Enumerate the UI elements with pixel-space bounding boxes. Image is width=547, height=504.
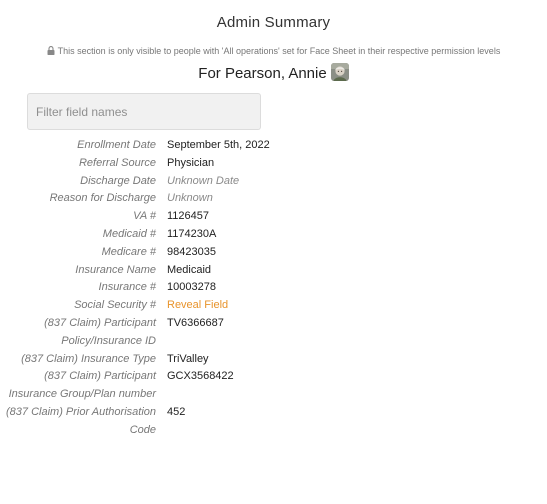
field-value: September 5th, 2022 (167, 139, 270, 151)
field-row-discharge-date: Discharge Date Unknown Date (0, 173, 547, 191)
field-value: GCX3568422 (167, 370, 234, 383)
filter-field-names-input[interactable] (27, 93, 261, 130)
reveal-field-link[interactable]: Reveal Field (167, 297, 228, 315)
avatar[interactable] (330, 63, 349, 81)
field-row-claim-insurance-type: (837 Claim) Insurance Type TriValley (0, 351, 547, 369)
field-label: VA # (133, 210, 156, 223)
field-value: 1174230A (167, 227, 217, 240)
field-row-insurance-number: Insurance # 10003278 (0, 279, 547, 297)
field-row-medicare-number: Medicare # 98423035 (0, 244, 547, 262)
field-label: Social Security # (74, 299, 156, 312)
field-value: 98423035 (167, 245, 216, 258)
field-row-enrollment-date: Enrollment Date September 5th, 2022 (0, 137, 547, 155)
field-row-claim-prior-authorisation: (837 Claim) Prior Authorisation Code 452 (0, 404, 547, 440)
field-label: Medicaid # (102, 227, 156, 240)
permission-notice: This section is only visible to people w… (0, 46, 547, 57)
field-label: Referral Source (78, 156, 156, 169)
field-value: TV6366687 (167, 316, 224, 329)
field-row-referral-source: Referral Source Physician (0, 155, 547, 173)
field-value: Medicaid (167, 263, 212, 276)
field-value: Physician (167, 156, 215, 169)
field-value: 10003278 (167, 281, 216, 294)
lock-icon (47, 46, 55, 57)
field-label: Insurance # (98, 281, 156, 294)
field-row-insurance-name: Insurance Name Medicaid (0, 262, 547, 280)
field-row-social-security: Social Security # Reveal Field (0, 297, 547, 315)
field-label: (837 Claim) Participant Policy/Insurance… (44, 316, 156, 347)
field-label: Reason for Discharge (49, 192, 156, 205)
page-title: Admin Summary (216, 14, 331, 31)
field-label: (837 Claim) Participant Insurance Group/… (8, 370, 156, 401)
field-label: Enrollment Date (77, 139, 156, 151)
field-row-va-number: VA # 1126457 (0, 208, 547, 226)
field-value: Unknown Date (167, 174, 240, 187)
field-label: Medicare # (101, 245, 156, 258)
field-value: 1126457 (167, 210, 210, 223)
field-value: TriValley (167, 352, 209, 365)
subject-name: For Pearson, Annie (198, 65, 327, 82)
admin-fields-list: Enrollment Date September 5th, 2022 Refe… (0, 137, 547, 440)
field-label: Insurance Name (75, 263, 156, 276)
field-row-reason-for-discharge: Reason for Discharge Unknown (0, 190, 547, 208)
permission-notice-text: This section is only visible to people w… (57, 46, 501, 56)
field-value: 452 (167, 405, 186, 418)
field-row-medicaid-number: Medicaid # 1174230A (0, 226, 547, 244)
field-value: Unknown (167, 192, 213, 205)
field-label: (837 Claim) Insurance Type (21, 352, 156, 365)
subject-heading: For Pearson, Annie (0, 63, 547, 82)
field-label: Discharge Date (80, 174, 156, 187)
field-label: (837 Claim) Prior Authorisation Code (6, 405, 156, 436)
field-row-claim-policy-id: (837 Claim) Participant Policy/Insurance… (0, 315, 547, 351)
field-row-claim-group-plan-number: (837 Claim) Participant Insurance Group/… (0, 368, 547, 404)
